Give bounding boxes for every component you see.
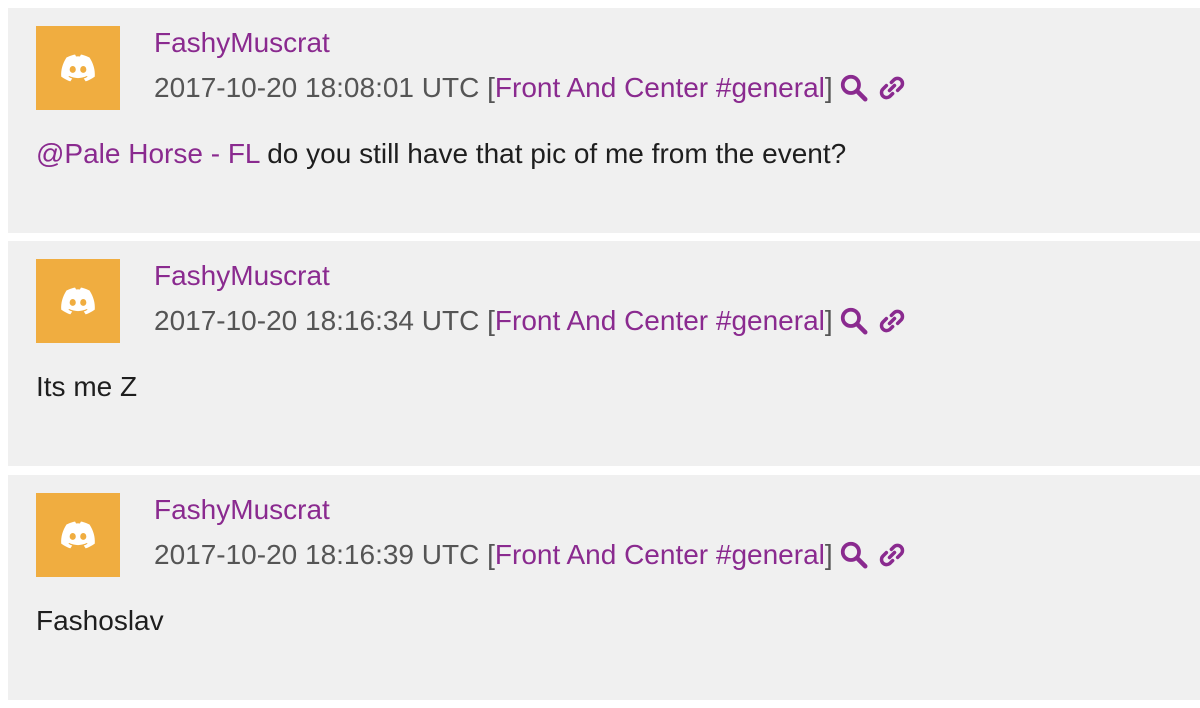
search-icon[interactable] [837,538,871,572]
open-bracket: [ [487,72,495,103]
message-content: Its me Z [36,371,138,402]
channel-link[interactable]: Front And Center #general [495,303,825,339]
close-bracket: ] [824,72,833,103]
message-card: FashyMuscrat 2017-10-20 18:08:01 UTC [ F… [8,8,1200,233]
message-meta: 2017-10-20 18:16:39 UTC [ Front And Cent… [154,537,909,573]
message-card: FashyMuscrat 2017-10-20 18:16:39 UTC [ F… [8,475,1200,700]
username[interactable]: FashyMuscrat [154,258,330,294]
close-bracket: ] [824,305,833,336]
close-bracket: ] [824,539,833,570]
search-icon[interactable] [837,71,871,105]
message-card: FashyMuscrat 2017-10-20 18:16:34 UTC [ F… [8,241,1200,466]
message-text: Its me Z [36,369,137,405]
open-bracket: [ [487,305,495,336]
discord-logo-icon [61,287,95,315]
message-content: Fashoslav [36,605,164,636]
timestamp: 2017-10-20 18:16:39 UTC [154,539,480,570]
channel-link[interactable]: Front And Center #general [495,70,825,106]
open-bracket: [ [487,539,495,570]
search-icon[interactable] [837,304,871,338]
message-text: Fashoslav [36,603,164,639]
message-content: do you still have that pic of me from th… [259,138,847,169]
username[interactable]: FashyMuscrat [154,25,330,61]
timestamp: 2017-10-20 18:16:34 UTC [154,305,480,336]
message-meta: 2017-10-20 18:16:34 UTC [ Front And Cent… [154,303,909,339]
discord-logo-icon [61,54,95,82]
message-meta: 2017-10-20 18:08:01 UTC [ Front And Cent… [154,70,909,106]
avatar [36,26,120,110]
user-mention[interactable]: @Pale Horse - FL [36,138,259,169]
timestamp: 2017-10-20 18:08:01 UTC [154,72,480,103]
link-icon[interactable] [875,304,909,338]
message-text: @Pale Horse - FL do you still have that … [36,136,846,172]
username[interactable]: FashyMuscrat [154,492,330,528]
link-icon[interactable] [875,71,909,105]
channel-link[interactable]: Front And Center #general [495,537,825,573]
avatar [36,493,120,577]
discord-logo-icon [61,521,95,549]
avatar [36,259,120,343]
link-icon[interactable] [875,538,909,572]
